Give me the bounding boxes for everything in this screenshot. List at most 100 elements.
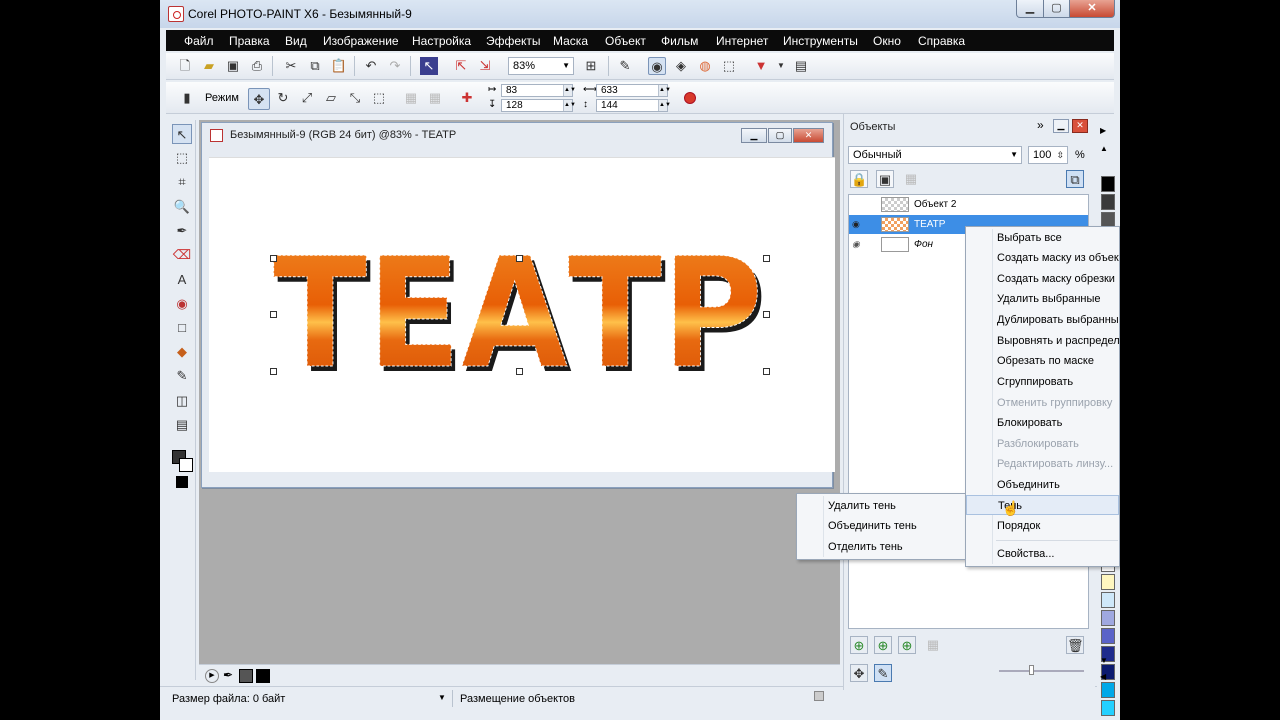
minimize-button[interactable]: ▁ bbox=[1016, 0, 1044, 18]
export-icon[interactable]: ⇱ bbox=[452, 57, 470, 75]
docker-expand-icon[interactable]: » bbox=[1037, 118, 1044, 132]
lock-icon[interactable]: 🔒 bbox=[850, 170, 868, 188]
palette-swatch[interactable] bbox=[1101, 176, 1115, 192]
launcher-icon[interactable]: ▼ bbox=[752, 57, 770, 75]
shape-tool-icon[interactable]: □ bbox=[172, 318, 192, 338]
opacity-slider-icon[interactable]: ⇳ bbox=[1056, 147, 1064, 163]
pick-tool-icon[interactable]: ↖ bbox=[172, 124, 192, 144]
close-button[interactable]: ✕ bbox=[1069, 0, 1115, 18]
menu-adjust[interactable]: Настройка bbox=[412, 34, 471, 48]
eyedropper-icon[interactable]: ✒ bbox=[223, 668, 233, 682]
fill-tool-icon[interactable]: ◆ bbox=[172, 342, 192, 362]
palette-swatch[interactable] bbox=[1101, 628, 1115, 644]
edit-selected-icon[interactable]: ✎ bbox=[874, 664, 892, 682]
show-mask-icon[interactable]: ◈ bbox=[672, 57, 690, 75]
palette-swatch[interactable] bbox=[1101, 574, 1115, 590]
palette-swatch[interactable] bbox=[1101, 700, 1115, 716]
paper-color-swatch[interactable] bbox=[176, 476, 188, 488]
rotate-mode-icon[interactable]: ↻ bbox=[274, 89, 292, 107]
property-bar-icon[interactable]: ▮ bbox=[178, 89, 196, 107]
object-row[interactable]: Объект 2 bbox=[849, 195, 1088, 214]
selection-handle[interactable] bbox=[516, 368, 523, 375]
menu-item-order[interactable]: Порядок bbox=[966, 516, 1119, 536]
menu-item-ungroup[interactable]: Отменить группировку bbox=[966, 393, 1119, 413]
spin-arrows-icon[interactable]: ▲▼ bbox=[563, 100, 576, 111]
slider-thumb[interactable] bbox=[1029, 665, 1034, 675]
scale-mode-icon[interactable]: ⤢ bbox=[298, 89, 316, 107]
menu-item-delete-selected[interactable]: Удалить выбранные bbox=[966, 289, 1119, 309]
menu-movie[interactable]: Фильм bbox=[661, 34, 698, 48]
new-lens-icon[interactable]: ⊕ bbox=[898, 636, 916, 654]
zoom-tool-icon[interactable]: 🔍 bbox=[172, 197, 192, 217]
effect-tool-icon[interactable]: ◫ bbox=[172, 391, 192, 411]
height-field[interactable]: 144 ▲▼ bbox=[596, 99, 671, 112]
docker-minimize-button[interactable]: ▁ bbox=[1053, 119, 1069, 133]
selection-handle[interactable] bbox=[270, 311, 277, 318]
red-eye-tool-icon[interactable]: ◉ bbox=[172, 294, 192, 314]
image-canvas[interactable]: ТЕАТР ТЕАТР bbox=[209, 157, 835, 472]
selection-handle[interactable] bbox=[270, 255, 277, 262]
crop-tool-icon[interactable]: ⌗ bbox=[172, 172, 192, 192]
doc-close-button[interactable]: ✕ bbox=[793, 128, 824, 143]
width-field[interactable]: 633 ▲▼ bbox=[596, 84, 671, 97]
outline-color-swatch[interactable] bbox=[256, 669, 270, 683]
export-web-icon[interactable]: ⇲ bbox=[476, 57, 494, 75]
menu-tools[interactable]: Инструменты bbox=[783, 34, 858, 48]
launcher-dropdown-icon[interactable]: ▼ bbox=[772, 57, 790, 75]
selection-handle[interactable] bbox=[270, 368, 277, 375]
menu-help[interactable]: Справка bbox=[918, 34, 965, 48]
undo-icon[interactable]: ↶ bbox=[362, 57, 380, 75]
menu-edit[interactable]: Правка bbox=[229, 34, 270, 48]
menu-window[interactable]: Окно bbox=[873, 34, 901, 48]
distort-mode-icon[interactable]: ⤡ bbox=[346, 89, 364, 107]
selection-handle[interactable] bbox=[516, 255, 523, 262]
position-y-field[interactable]: 128 ▲▼ bbox=[501, 99, 576, 112]
menu-item-align-distribute[interactable]: Выровнять и распределить bbox=[966, 331, 1119, 351]
combine-icon[interactable]: ▦ bbox=[924, 636, 942, 654]
palette-expand-icon[interactable]: ◀ bbox=[1100, 672, 1106, 681]
lock-ratio-icon[interactable] bbox=[684, 92, 696, 104]
lock-position-icon[interactable]: ▦ bbox=[902, 170, 920, 188]
menu-item-merge-shadow[interactable]: Объединить тень bbox=[797, 516, 967, 536]
new-file-icon[interactable]: 🗋 bbox=[176, 57, 194, 75]
delete-icon[interactable]: 🗑 bbox=[1066, 636, 1084, 654]
apply-icon[interactable]: ▦ bbox=[402, 89, 420, 107]
spin-arrows-icon[interactable]: ▲▼ bbox=[658, 100, 671, 111]
palette-swatch[interactable] bbox=[1101, 610, 1115, 626]
position-x-field[interactable]: 83 ▲▼ bbox=[501, 84, 576, 97]
save-icon[interactable]: ▣ bbox=[224, 57, 242, 75]
cut-icon[interactable]: ✂ bbox=[282, 57, 300, 75]
fill-color-swatch[interactable] bbox=[239, 669, 253, 683]
skew-mode-icon[interactable]: ▱ bbox=[322, 89, 340, 107]
pattern-tool-icon[interactable]: ▤ bbox=[172, 415, 192, 435]
open-folder-icon[interactable]: ▰ bbox=[200, 57, 218, 75]
menu-item-create-mask-from-object[interactable]: Создать маску из объекта bbox=[966, 248, 1119, 268]
mask-overlay-icon[interactable]: ◍ bbox=[696, 57, 714, 75]
corel-app-icon[interactable] bbox=[168, 6, 184, 22]
spin-arrows-icon[interactable]: ▲▼ bbox=[658, 85, 671, 96]
show-object-marquee-icon[interactable]: ◉ bbox=[648, 57, 666, 75]
anchor-icon[interactable]: ✚ bbox=[458, 89, 476, 107]
move-mode-icon[interactable]: ✥ bbox=[248, 88, 270, 110]
menu-file[interactable]: Файл bbox=[184, 34, 214, 48]
doc-maximize-button[interactable]: ▢ bbox=[768, 128, 792, 143]
menu-item-separate-shadow[interactable]: Отделить тень bbox=[797, 537, 967, 557]
mask-tool-icon[interactable]: ⬚ bbox=[172, 148, 192, 168]
menu-item-group[interactable]: Сгруппировать bbox=[966, 372, 1119, 392]
docker-close-button[interactable]: ✕ bbox=[1072, 119, 1088, 133]
copy-icon[interactable]: ⧉ bbox=[306, 57, 324, 75]
maximize-button[interactable]: ▢ bbox=[1043, 0, 1070, 18]
redo-icon[interactable]: ↷ bbox=[386, 57, 404, 75]
menu-item-create-clip-mask[interactable]: Создать маску обрезки bbox=[966, 269, 1119, 289]
opacity-field[interactable]: 100 ⇳ bbox=[1028, 146, 1068, 164]
menu-item-remove-shadow[interactable]: Удалить тень bbox=[797, 496, 967, 516]
menu-item-combine[interactable]: Объединить bbox=[966, 475, 1119, 495]
blend-mode-select[interactable]: Обычный ▼ bbox=[848, 146, 1022, 164]
menu-item-shadow[interactable]: Тень bbox=[966, 495, 1119, 515]
menu-item-lock[interactable]: Блокировать bbox=[966, 413, 1119, 433]
paste-icon[interactable]: 📋 bbox=[330, 57, 348, 75]
import-icon[interactable]: ↖ bbox=[420, 57, 438, 75]
eye-icon[interactable]: ◉ bbox=[852, 215, 866, 234]
new-object-icon[interactable]: ⊕ bbox=[850, 636, 868, 654]
palette-scroll-up-icon[interactable]: ▶ bbox=[1100, 126, 1106, 135]
